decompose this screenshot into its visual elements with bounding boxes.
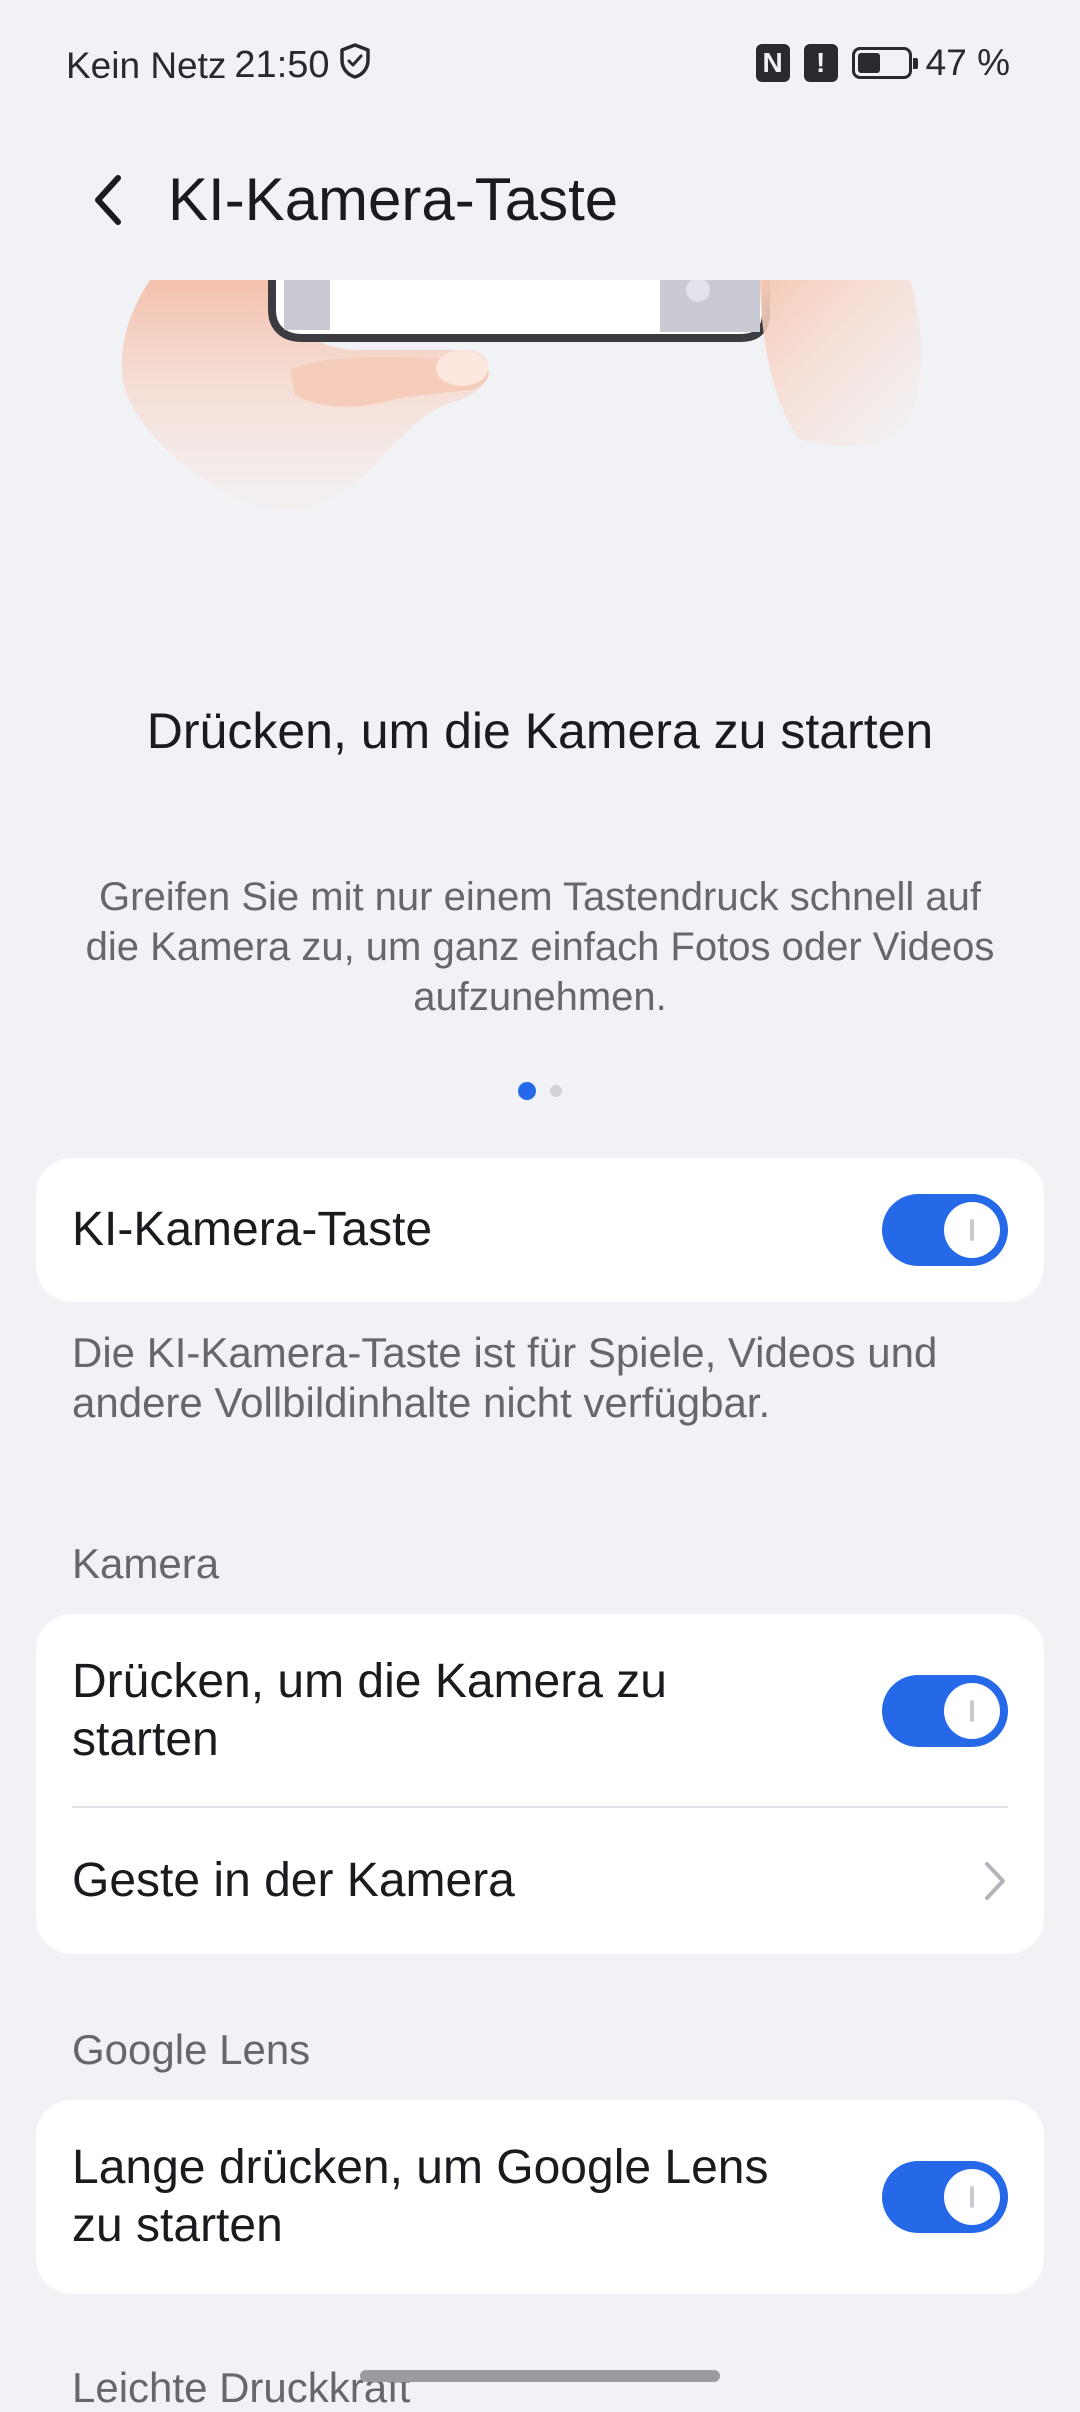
status-left: Kein Netz 21:50 (66, 42, 372, 89)
long-press-lens-label: Lange drücken, um Google Lens zu starten (72, 2141, 769, 2252)
page-dot (550, 1085, 562, 1097)
main-toggle-label: KI-Kamera-Taste (72, 1203, 433, 1256)
nfc-icon: N (755, 44, 790, 82)
back-button[interactable] (78, 170, 138, 230)
press-to-start-camera-toggle[interactable] (882, 1675, 1008, 1747)
chevron-right-icon (985, 1862, 1005, 1900)
intro-description: Greifen Sie mit nur einem Tastendruck sc… (85, 875, 995, 1019)
section-header-camera: Kamera (72, 1540, 220, 1587)
alert-icon: ! (803, 44, 838, 82)
camera-card: Drücken, um die Kamera zu starten Geste … (36, 1614, 1044, 1954)
home-indicator[interactable] (360, 2370, 720, 2382)
main-toggle-card: KI-Kamera-Taste (36, 1158, 1044, 1302)
page-title: KI-Kamera-Taste (168, 166, 619, 233)
clock: 21:50 (234, 44, 330, 86)
battery-percent: 47 % (925, 42, 1010, 83)
status-right: N ! 47 % (755, 42, 1010, 84)
tutorial-illustration[interactable] (0, 278, 1080, 520)
google-lens-card: Lange drücken, um Google Lens zu starten (36, 2100, 1044, 2294)
status-bar: Kein Netz 21:50 N ! 47 % (0, 0, 1080, 130)
main-toggle-row[interactable]: KI-Kamera-Taste (36, 1158, 1044, 1302)
chevron-left-icon (95, 175, 121, 225)
intro-title: Drücken, um die Kamera zu starten (146, 703, 934, 759)
section-header-google-lens: Google Lens (72, 2026, 311, 2073)
battery-icon (851, 47, 918, 79)
availability-note: Die KI-Kamera-Taste ist für Spiele, Vide… (72, 1329, 938, 1426)
page-indicator (0, 1082, 1080, 1100)
press-to-start-camera-row[interactable]: Drücken, um die Kamera zu starten (36, 1614, 1044, 1808)
section-header-pressure: Leichte Druckkraft (72, 2364, 411, 2411)
ai-camera-button-toggle[interactable] (882, 1194, 1008, 1266)
page-dot-active (518, 1082, 536, 1100)
press-to-start-camera-label: Drücken, um die Kamera zu starten (72, 1655, 667, 1766)
shield-icon (338, 42, 372, 89)
gesture-in-camera-row[interactable]: Geste in der Kamera (36, 1808, 1044, 1954)
app-header: KI-Kamera-Taste (0, 150, 1080, 250)
gesture-in-camera-label: Geste in der Kamera (72, 1854, 515, 1907)
long-press-lens-toggle[interactable] (882, 2161, 1008, 2233)
long-press-lens-row[interactable]: Lange drücken, um Google Lens zu starten (36, 2100, 1044, 2294)
carrier-label: Kein Netz (66, 44, 227, 86)
